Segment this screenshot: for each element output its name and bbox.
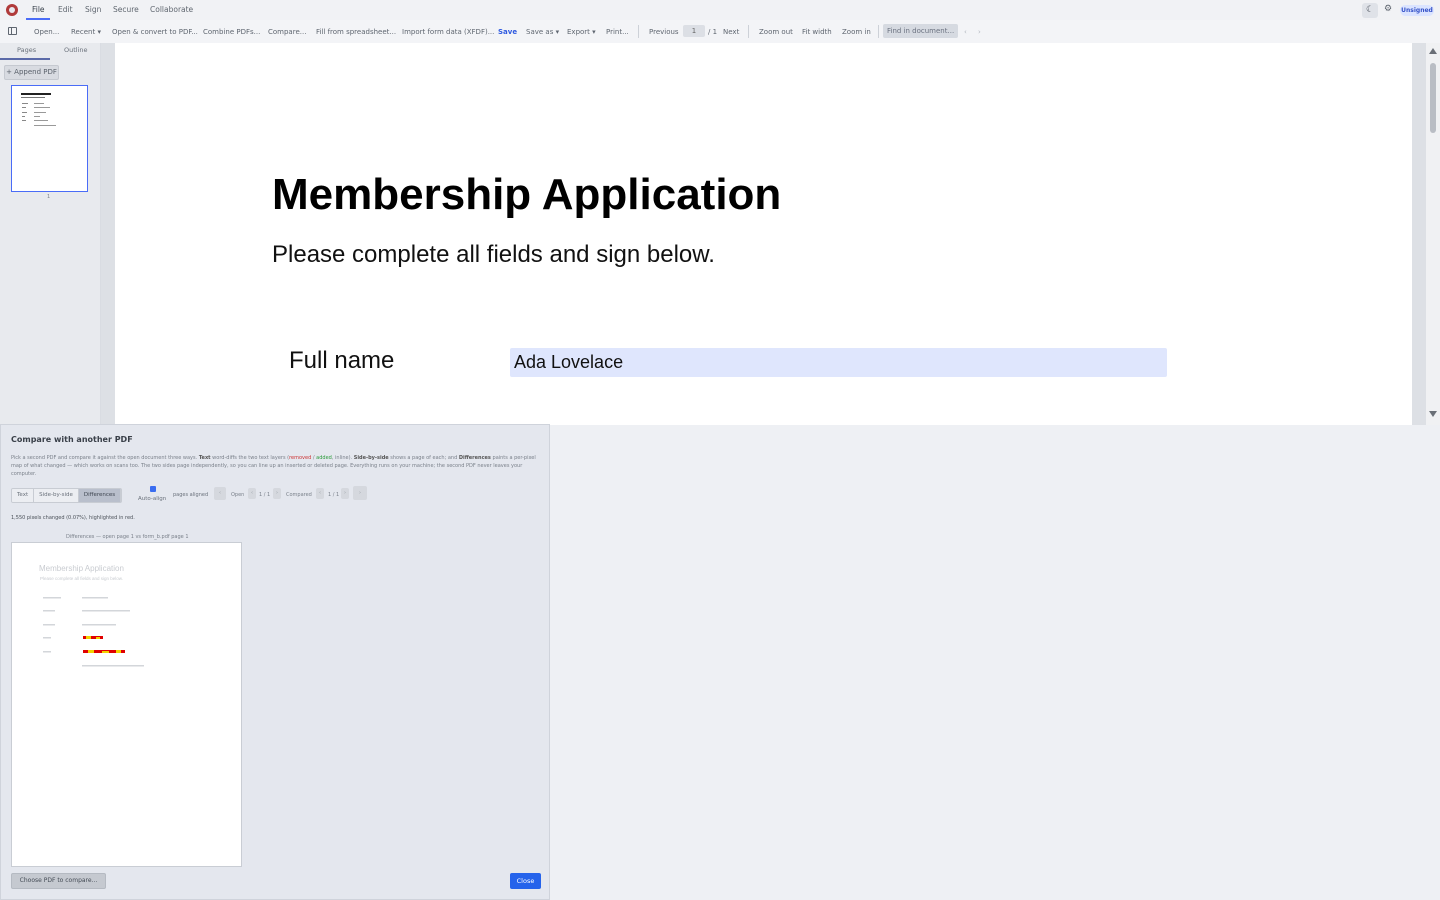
desc-diff-label: Differences — [458, 455, 491, 461]
toolbar-divider — [748, 25, 749, 38]
auto-align-checkbox[interactable] — [150, 486, 156, 492]
menu-collaborate[interactable]: Collaborate — [150, 4, 193, 15]
chevron-down-icon: ▾ — [97, 28, 101, 36]
desc-text-mid: word-diffs the two text layers ( — [212, 455, 290, 461]
compare-button[interactable]: Compare... — [268, 27, 306, 37]
document-subtitle: Please complete all fields and sign belo… — [272, 241, 715, 268]
desc-added: added — [316, 455, 332, 461]
diff-ghost-subtitle: Please complete all fields and sign belo… — [40, 576, 124, 581]
mode-text-button[interactable]: Text — [12, 489, 35, 502]
document-title: Membership Application — [272, 170, 782, 219]
pages-sidebar: Pages Outline + Append PDF 1 — [0, 43, 101, 425]
append-pdf-button[interactable]: + Append PDF — [4, 65, 59, 80]
menu-sign[interactable]: Sign — [85, 4, 101, 15]
thumbnail-page-number: 1 — [47, 194, 51, 200]
tab-pages[interactable]: Pages — [17, 46, 36, 54]
desc-inline: , inline). — [331, 455, 353, 461]
chevron-down-icon: ▾ — [555, 28, 560, 36]
chevron-down-icon: ▾ — [592, 28, 596, 36]
diff-ghost-title: Membership Application — [39, 564, 124, 573]
full-name-label: Full name — [289, 347, 395, 374]
diff-status: 1,550 pixels changed (0.07%), highlighte… — [11, 515, 135, 521]
recent-button[interactable]: Recent ▾ — [71, 27, 101, 37]
desc-text-label: Text — [198, 455, 211, 461]
menu-secure[interactable]: Secure — [113, 4, 139, 15]
next-aligned-button[interactable]: › — [353, 486, 367, 500]
moon-icon: ☾ — [1365, 5, 1375, 15]
toolbar: Open... Recent ▾ Open & convert to PDF..… — [0, 20, 1440, 44]
previous-page-button[interactable]: Previous — [649, 27, 679, 37]
dialog-description: Pick a second PDF and compare it against… — [11, 454, 539, 478]
mode-differences-button[interactable]: Differences — [78, 489, 122, 502]
menu-edit[interactable]: Edit — [58, 4, 73, 15]
sidebar-toggle-icon[interactable] — [8, 27, 17, 35]
full-name-field[interactable]: Ada Lovelace — [510, 348, 1167, 377]
compared-page-count: 1 / 1 — [328, 492, 340, 498]
mode-side-by-side-button[interactable]: Side-by-side — [34, 489, 79, 502]
dialog-title: Compare with another PDF — [11, 435, 133, 444]
export-button[interactable]: Export ▾ — [567, 27, 596, 37]
choose-pdf-button[interactable]: Choose PDF to compare... — [11, 873, 106, 889]
scroll-down-icon[interactable] — [1429, 411, 1437, 417]
diff-caption: Differences — open page 1 vs form_b.pdf … — [66, 534, 189, 540]
desc-start: Pick a second PDF and compare it against… — [11, 455, 198, 461]
compare-mode-selector: Text Side-by-side Differences — [11, 488, 123, 503]
toolbar-divider — [638, 25, 639, 38]
pages-aligned-label: pages aligned — [173, 492, 209, 498]
open-prev-button[interactable]: ‹ — [248, 488, 256, 499]
document-viewer: Membership Application Please complete a… — [101, 43, 1440, 425]
desc-slash: / — [312, 455, 315, 461]
import-form-data-button[interactable]: Import form data (XFDF)... — [402, 27, 494, 37]
open-convert-button[interactable]: Open & convert to PDF... — [112, 27, 198, 37]
fill-spreadsheet-button[interactable]: Fill from spreadsheet... — [316, 27, 396, 37]
settings-gear-icon[interactable]: ⚙ — [1384, 4, 1392, 14]
zoom-in-button[interactable]: Zoom in — [842, 27, 871, 37]
find-in-document-input[interactable]: Find in document... — [883, 24, 958, 38]
scrollbar-thumb[interactable] — [1430, 63, 1436, 133]
prev-aligned-button[interactable]: ‹ — [214, 487, 226, 500]
page-number-input[interactable]: 1 — [683, 25, 705, 37]
menu-bar: File Edit Sign Secure Collaborate ☾ ⚙ Un… — [0, 0, 1440, 20]
menu-file[interactable]: File — [32, 4, 45, 15]
close-button[interactable]: Close — [510, 873, 541, 889]
toolbar-divider — [878, 25, 879, 38]
open-button[interactable]: Open... — [34, 27, 59, 37]
open-label: Open — [231, 492, 245, 498]
open-page-count: 1 / 1 — [259, 492, 271, 498]
tab-outline[interactable]: Outline — [64, 46, 88, 54]
app-logo-icon — [6, 4, 18, 16]
desc-sbs: shows a page of each; and — [390, 455, 458, 461]
pdf-page: Membership Application Please complete a… — [115, 43, 1412, 425]
find-next-icon[interactable]: › — [978, 27, 981, 37]
fit-width-button[interactable]: Fit width — [802, 27, 832, 37]
signature-status-badge[interactable]: Unsigned — [1400, 5, 1434, 16]
open-next-button[interactable]: › — [273, 488, 281, 499]
compared-prev-button[interactable]: ‹ — [316, 488, 324, 499]
export-label: Export — [567, 28, 590, 36]
save-button[interactable]: Save — [498, 27, 517, 37]
next-page-button[interactable]: Next — [723, 27, 739, 37]
active-tab-indicator — [0, 58, 50, 60]
find-previous-icon[interactable]: ‹ — [964, 27, 967, 37]
save-as-button[interactable]: Save as ▾ — [526, 27, 559, 37]
scroll-up-icon[interactable] — [1429, 48, 1437, 54]
compare-dialog: Compare with another PDF Pick a second P… — [0, 424, 550, 900]
thumbnail-preview — [21, 93, 56, 126]
differences-preview: Membership Application Please complete a… — [11, 542, 242, 867]
print-button[interactable]: Print... — [606, 27, 629, 37]
zoom-out-button[interactable]: Zoom out — [759, 27, 793, 37]
dark-mode-toggle[interactable]: ☾ — [1362, 3, 1378, 18]
recent-label: Recent — [71, 28, 96, 36]
diff-map — [43, 597, 144, 667]
compared-label: Compared — [286, 492, 312, 498]
desc-sbs-label: Side-by-side — [353, 455, 389, 461]
page-thumbnail[interactable] — [11, 85, 88, 192]
compared-next-button[interactable]: › — [341, 488, 349, 499]
desc-removed: removed — [289, 455, 312, 461]
auto-align-label: Auto-align — [138, 496, 167, 502]
combine-pdfs-button[interactable]: Combine PDFs... — [203, 27, 260, 37]
page-total: / 1 — [708, 28, 718, 36]
vertical-scrollbar[interactable] — [1426, 43, 1440, 425]
save-as-label: Save as — [526, 28, 554, 36]
